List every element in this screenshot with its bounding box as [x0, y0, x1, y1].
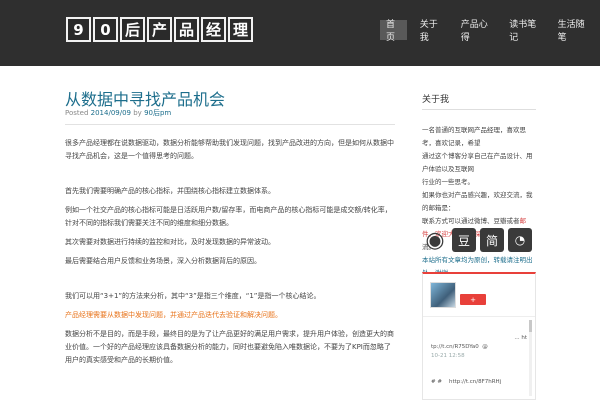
tweet-text: # #	[431, 379, 442, 385]
about-line: 通过这个博客分享自己在产品设计、用户体验以及互联网	[422, 152, 533, 173]
social-links: ◉ 豆 简 ◔	[422, 228, 536, 253]
logo-glyph: 后	[120, 17, 145, 42]
tweet-item: ... ht tp://t.cn/R75DYa0 @ 10-21 12:58	[431, 334, 527, 361]
post-paragraph: 首先我们需要明确产品的核心指标，并围绕核心指标建立数据体系。	[65, 187, 275, 195]
post-paragraph: 其次需要对数据进行持续的监控和对比，及时发现数据的异常波动。	[65, 238, 275, 246]
tweet-mention[interactable]: @	[482, 344, 488, 350]
logo-glyph: 9	[66, 17, 91, 42]
post-paragraph: 最后需要结合用户反馈和业务场景，深入分析数据背后的原因。	[65, 257, 261, 265]
avatar[interactable]	[430, 282, 456, 308]
post-content: 很多产品经理都在说数据驱动，数据分析能够帮助我们发现问题，找到产品改进的方向，但…	[65, 137, 395, 373]
weibo-icon[interactable]: ◉	[422, 228, 448, 253]
site-logo[interactable]: 9 0 后 产 品 经 理	[66, 17, 255, 43]
meta-by: by	[133, 109, 142, 117]
post-paragraph: 我们可以用“3+1”的方法来分析，其中“3”是指三个维度，“1”是指一个核心结论…	[65, 292, 321, 300]
follow-button[interactable]: +	[460, 294, 486, 305]
tweet-text: ... ht	[514, 335, 527, 341]
tweet-time: 10-21 12:58	[431, 353, 465, 359]
nav-item-reading-notes[interactable]: 读书笔记	[503, 20, 544, 43]
sidebar-title: 关于我	[422, 95, 450, 105]
logo-glyph: 品	[174, 17, 199, 42]
post-date-link[interactable]: 2014/09/09	[91, 109, 131, 117]
nav-item-product-notes[interactable]: 产品心得	[455, 20, 496, 43]
logo-glyph: 理	[228, 17, 253, 42]
logo-glyph: 产	[147, 17, 172, 42]
tweet-link-row: # # http://t.cn/8F7hRHj	[431, 378, 527, 387]
site-header: 9 0 后 产 品 经 理 首页 关于我 产品心得 读书笔记 生活随笔	[0, 0, 600, 66]
about-line: 如果你也对产品感兴趣，欢迎交流，我的邮箱是：	[422, 191, 533, 212]
widget-scrollbar[interactable]	[529, 320, 532, 396]
post-paragraph: 很多产品经理都在说数据驱动，数据分析能够帮助我们发现问题，找到产品改进的方向，但…	[65, 139, 394, 160]
tweet-link[interactable]: tp://t.cn/R75DYa0	[431, 344, 479, 350]
title-divider	[65, 124, 395, 125]
about-line: 一名普通的互联网产品经理，喜欢思考，喜欢记录，希望	[422, 126, 526, 147]
weibo-widget: + ... ht tp://t.cn/R75DYa0 @ 10-21 12:58…	[422, 272, 536, 400]
about-line: 行业的一些思考。	[422, 178, 474, 186]
post-paragraph: 例如一个社交产品的核心指标可能是日活跃用户数/留存率，而电商产品的核心指标可能是…	[65, 206, 392, 227]
about-line-text: 联系方式可以通过微博、豆瓣或者	[422, 217, 520, 225]
nav-item-home[interactable]: 首页	[380, 20, 407, 43]
nav-item-about[interactable]: 关于我	[414, 20, 448, 43]
tweet-link-row: tp://t.cn/R75DYa0 @	[431, 343, 527, 352]
meta-prefix: Posted	[65, 109, 89, 117]
main-nav: 首页 关于我 产品心得 读书笔记 生活随笔	[380, 20, 600, 43]
douban-icon[interactable]: 豆	[452, 228, 476, 252]
post-author-link[interactable]: 90后pm	[144, 109, 171, 117]
widget-divider	[423, 316, 535, 317]
sidebar-about-text: 一名普通的互联网产品经理，喜欢思考，喜欢记录，希望 通过这个博客分享自己在产品设…	[422, 124, 538, 280]
tweet-item: # # http://t.cn/8F7hRHj	[431, 378, 527, 387]
sidebar-divider	[422, 109, 536, 110]
nav-item-life-essays[interactable]: 生活随笔	[552, 20, 593, 43]
logo-glyph: 0	[93, 17, 118, 42]
post-highlight: 产品经理需要从数据中发现问题，并通过产品迭代去验证和解决问题。	[65, 311, 282, 319]
jianshu-icon[interactable]: 简	[480, 228, 504, 252]
post-paragraph: 数据分析不是目的，而是手段，最终目的是为了让产品更好的满足用户需求，提升用户体验…	[65, 330, 394, 364]
rss-icon[interactable]: ◔	[508, 228, 532, 252]
logo-glyph: 经	[201, 17, 226, 42]
post-title[interactable]: 从数据中寻找产品机会	[65, 86, 225, 110]
post-meta: Posted 2014/09/09 by 90后pm	[65, 108, 171, 118]
tweet-link[interactable]: http://t.cn/8F7hRHj	[449, 379, 501, 385]
scrollbar-thumb[interactable]	[529, 320, 532, 332]
